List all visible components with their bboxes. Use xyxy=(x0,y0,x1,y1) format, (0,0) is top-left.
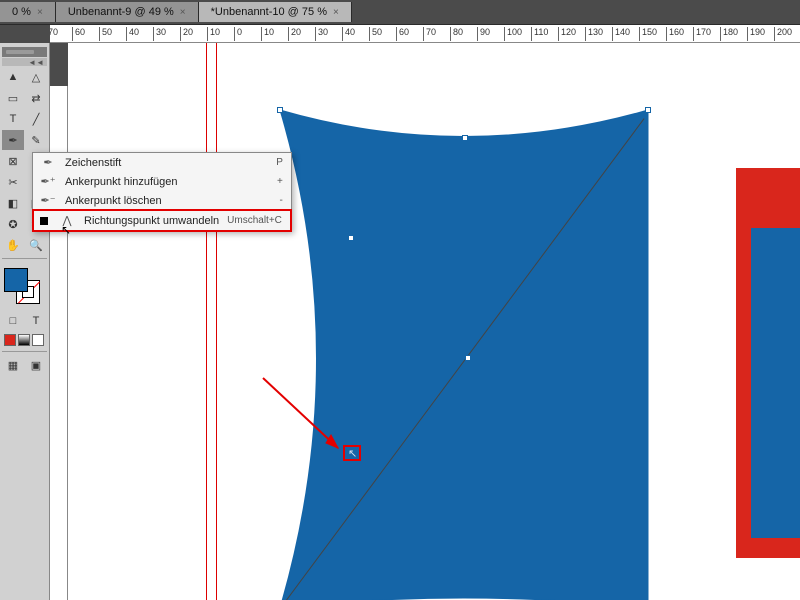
tools-panel: ◄◄ ▲△ ▭⇄ T╱ ✒✎ ⊠□ ✂⊞ ◧◨ ✪✑ ✋🔍 □T ▦▣ xyxy=(0,43,50,600)
pen-minus-icon: ✒⁻ xyxy=(39,194,57,207)
guide-vertical[interactable] xyxy=(206,43,207,600)
handle-anchor[interactable] xyxy=(348,235,354,241)
close-icon[interactable]: × xyxy=(37,7,43,18)
line-tool[interactable]: ╱ xyxy=(25,109,47,129)
apply-gradient[interactable] xyxy=(18,334,30,346)
gradient-swatch-tool[interactable]: ◧ xyxy=(2,193,24,213)
direct-selection-tool[interactable]: △ xyxy=(25,67,47,87)
fill-stroke-proxy[interactable] xyxy=(4,268,40,304)
red-blue-rect[interactable] xyxy=(736,168,800,558)
tab-doc-0[interactable]: 0 %× xyxy=(0,2,56,22)
hand-tool[interactable]: ✋ xyxy=(2,235,24,255)
menu-delete-anchor[interactable]: ✒⁻ Ankerpunkt löschen - xyxy=(33,191,291,210)
guide-vertical[interactable] xyxy=(216,43,217,600)
canvas[interactable]: ↖ xyxy=(68,43,800,600)
close-icon[interactable]: × xyxy=(333,7,339,18)
center-anchor[interactable] xyxy=(465,355,471,361)
tab-doc-2[interactable]: *Unbenannt-10 @ 75 %× xyxy=(199,2,352,22)
selection-tool[interactable]: ▲ xyxy=(2,67,24,87)
view-mode-normal[interactable]: ▦ xyxy=(2,355,24,375)
pen-tool[interactable]: ✒ xyxy=(2,130,24,150)
page-tool[interactable]: ▭ xyxy=(2,88,24,108)
menu-add-anchor[interactable]: ✒⁺ Ankerpunkt hinzufügen + xyxy=(33,172,291,191)
note-tool[interactable]: ✪ xyxy=(2,214,24,234)
shape-anchor[interactable] xyxy=(277,107,283,113)
gap-tool[interactable]: ⇄ xyxy=(25,88,47,108)
formatting-container[interactable]: □ xyxy=(2,311,24,331)
tab-doc-1[interactable]: Unbenannt-9 @ 49 %× xyxy=(56,2,199,22)
menu-pen[interactable]: ✒ Zeichenstift P xyxy=(33,153,291,172)
pen-tool-flyout: ✒ Zeichenstift P ✒⁺ Ankerpunkt hinzufüge… xyxy=(32,152,292,232)
document-tabs: 0 %× Unbenannt-9 @ 49 %× *Unbenannt-10 @… xyxy=(0,0,800,25)
active-marker xyxy=(40,217,48,225)
panel-grip[interactable] xyxy=(2,47,47,57)
view-mode-preview[interactable]: ▣ xyxy=(25,355,47,375)
apply-none[interactable] xyxy=(32,334,44,346)
shape-anchor[interactable] xyxy=(645,107,651,113)
formatting-text[interactable]: T xyxy=(25,311,47,331)
rectangle-frame-tool[interactable]: ⊠ xyxy=(2,151,24,171)
close-icon[interactable]: × xyxy=(180,7,186,18)
horizontal-ruler: 7060504030201001020304050607080901001101… xyxy=(50,25,800,43)
panel-collapse[interactable]: ◄◄ xyxy=(2,58,47,66)
shape-anchor[interactable] xyxy=(462,135,468,141)
apply-color[interactable] xyxy=(4,334,16,346)
blue-shape[interactable] xyxy=(278,108,678,600)
callout-arrow xyxy=(258,373,358,463)
pen-icon: ✒ xyxy=(39,156,57,169)
zoom-tool[interactable]: 🔍 xyxy=(25,235,47,255)
scissors-tool[interactable]: ✂ xyxy=(2,172,24,192)
pencil-tool[interactable]: ✎ xyxy=(25,130,47,150)
pen-plus-icon: ✒⁺ xyxy=(39,175,57,188)
fill-swatch[interactable] xyxy=(4,268,28,292)
cursor-icon: ↖ xyxy=(61,223,71,237)
apply-swatches xyxy=(4,334,45,346)
type-tool[interactable]: T xyxy=(2,109,24,129)
